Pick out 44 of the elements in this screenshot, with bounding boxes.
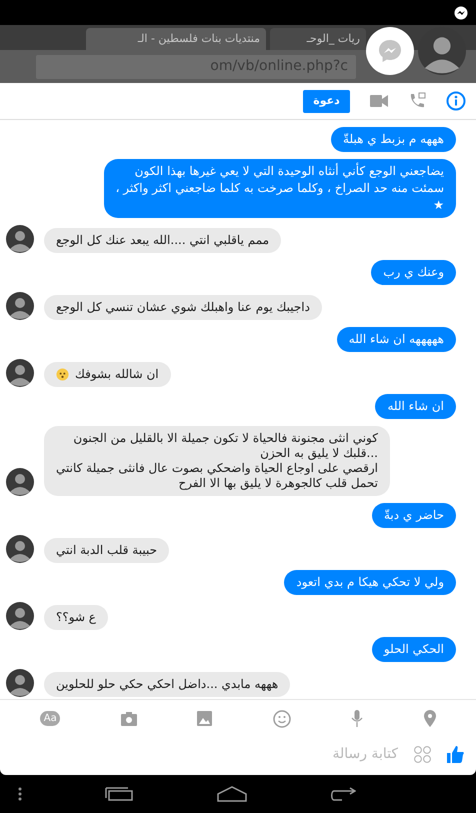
chat-bubble-icon <box>454 6 468 20</box>
browser-tab[interactable]: منتديات بنات فلسطين - الـ <box>86 28 266 50</box>
received-message: داجيبك يوم عنا واهبلك شوي عشان تنسي كل الوجع <box>44 295 322 320</box>
sent-message: ولي لا تحكي هيكا م بدي اتعود <box>284 570 456 595</box>
received-message: ممم ياقلبي انتي ....الله يبعد عنك كل الوجع <box>44 228 282 253</box>
more-options-icon[interactable] <box>18 787 22 801</box>
sender-avatar <box>6 359 34 387</box>
received-message: ان شالله بشوفك <box>44 362 171 387</box>
sender-avatar <box>6 468 34 496</box>
received-message: ع شو؟؟ <box>44 605 108 630</box>
back-icon[interactable] <box>330 787 356 801</box>
received-message: كوني انثى مجنونة فالحياة لا تكون جميلة الا بالقليل من الجنون ...قلبك لا يليق به الحزن ارقصي على اوجاع الحياة واضحكي بصوت عال فانثى جميلة كانتي تحمل قلب كالجوهرة لا يليق بها الا الفرح <box>44 426 390 496</box>
messenger-chat-head[interactable] <box>366 27 414 75</box>
browser-tab[interactable]: ريات _الوحـ <box>270 28 366 50</box>
sent-message: هههه م بزبط ي هبلةّ <box>331 127 456 152</box>
video-call-icon[interactable] <box>370 95 388 107</box>
sent-message: الحكي الحلو <box>372 637 456 662</box>
received-message: حبيبة قلب الدبة انتي <box>44 538 170 563</box>
invite-button[interactable]: دعوة <box>303 90 350 112</box>
home-icon[interactable] <box>216 786 247 802</box>
sent-message: ان شاء الله <box>375 394 456 419</box>
message-input[interactable]: كتابة رسالة <box>198 744 398 764</box>
recent-apps-icon[interactable] <box>105 787 134 801</box>
info-icon[interactable] <box>446 91 466 111</box>
camera-icon[interactable] <box>120 712 137 726</box>
text-format-button[interactable]: Aa <box>40 711 60 726</box>
sender-avatar <box>6 225 34 253</box>
sent-message: وعنك ي رب <box>371 260 456 285</box>
received-message: هههه مابدي ...داضل احكي حكي حلو للحلوين <box>44 672 290 697</box>
stickers-icon[interactable] <box>414 746 431 762</box>
emoji-icon[interactable] <box>272 710 291 728</box>
sender-avatar <box>6 669 34 697</box>
image-icon[interactable] <box>197 711 212 726</box>
microphone-icon[interactable] <box>351 710 364 727</box>
sent-message: هههههه ان شاء الله <box>336 327 456 352</box>
messenger-icon <box>377 38 403 64</box>
sender-avatar <box>6 602 34 630</box>
sent-message: يضاجعني الوجع كأني أنثاه الوحيدة التي لا يعي غيرها بهذا الكون سمئت منه حد الصراخ ، وكلما صرخت به كلما ضاجعني اكثر واكثر ، ★ <box>104 159 456 218</box>
sender-avatar <box>6 535 34 563</box>
phone-hd-icon[interactable] <box>408 92 426 110</box>
location-pin-icon[interactable] <box>424 710 436 727</box>
sent-message: حاضر ي دبةّ <box>372 503 456 528</box>
sender-avatar <box>6 292 34 320</box>
thumbs-up-icon[interactable] <box>447 745 464 763</box>
